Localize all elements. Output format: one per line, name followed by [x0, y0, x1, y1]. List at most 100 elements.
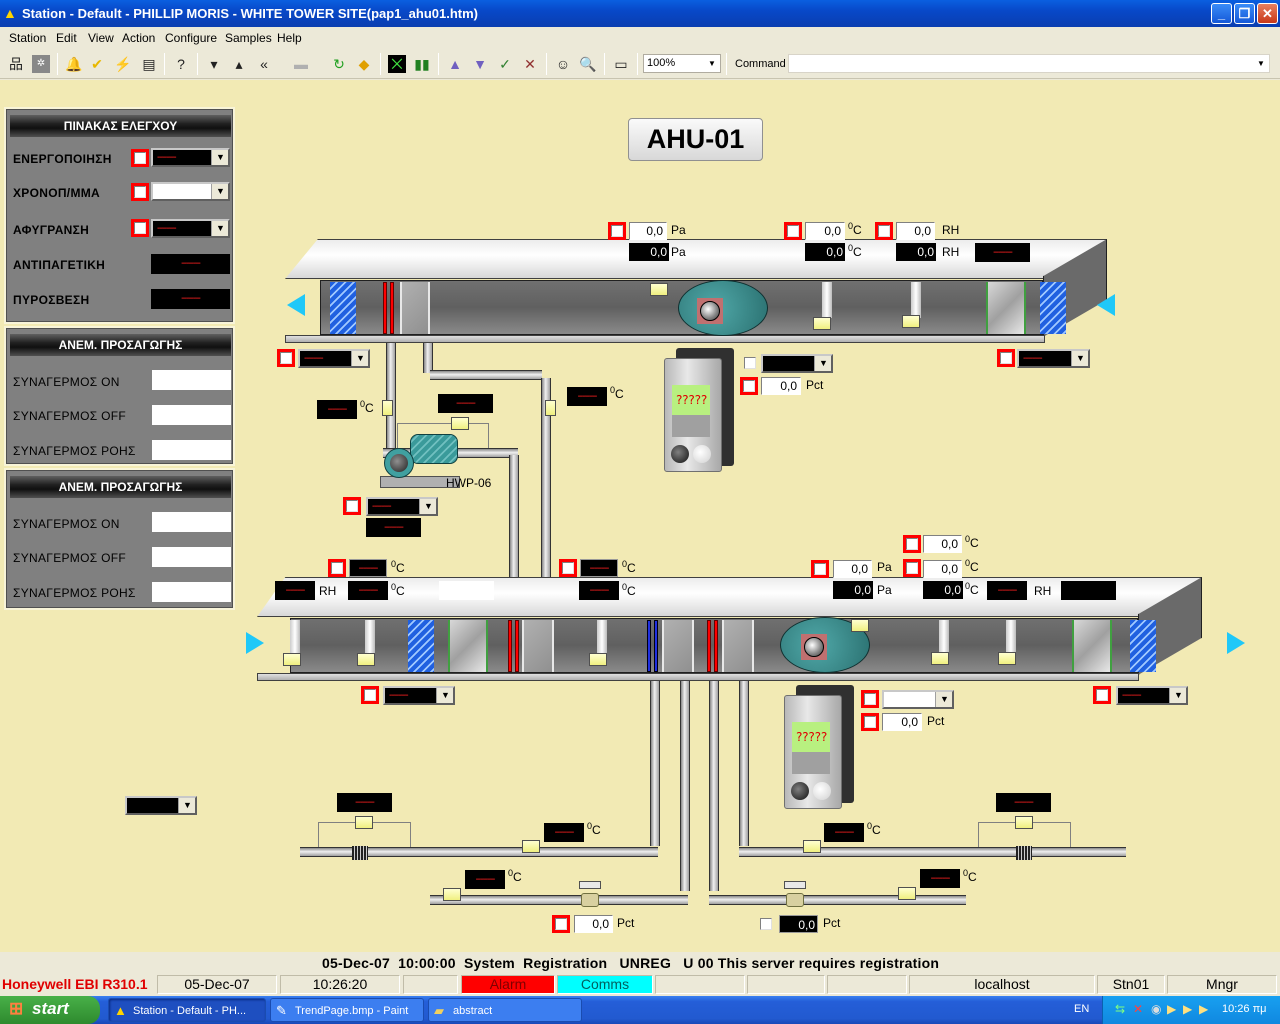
- valve-override-checkbox[interactable]: [757, 915, 775, 933]
- rh-setpoint[interactable]: 0,0: [896, 222, 935, 240]
- comms-indicator[interactable]: Comms: [557, 975, 653, 994]
- pressure-setpoint[interactable]: 0,0: [833, 560, 872, 578]
- temp-override-checkbox[interactable]: [784, 222, 802, 240]
- vfd-speed-override-checkbox[interactable]: [861, 713, 879, 731]
- zoom-select[interactable]: 100% ▼: [643, 54, 721, 73]
- damper-select[interactable]: -------- ▼: [383, 686, 455, 705]
- temp-setpoint[interactable]: 0,0: [923, 535, 962, 553]
- network-icon[interactable]: ⇆: [1115, 1002, 1125, 1016]
- restore-button[interactable]: ❐: [1234, 3, 1255, 24]
- vfd-speed-value[interactable]: 0,0: [882, 713, 922, 731]
- menu-configure[interactable]: Configure: [165, 31, 217, 45]
- temp-override-checkbox[interactable]: [559, 559, 577, 577]
- pressure-setpoint[interactable]: 0,0: [629, 222, 667, 240]
- damper-override-checkbox[interactable]: [361, 686, 379, 704]
- menu-view[interactable]: View: [88, 31, 114, 45]
- chevron-down-icon[interactable]: ▼: [211, 221, 228, 236]
- chevron-down-icon[interactable]: ▼: [351, 351, 368, 366]
- trend-icon[interactable]: ⨉: [388, 55, 406, 73]
- taskbar-item-folder[interactable]: ▰ abstract: [428, 998, 582, 1022]
- page-up-icon[interactable]: ▴: [230, 55, 248, 73]
- acknowledge-bell-icon[interactable]: ✔: [88, 55, 106, 73]
- temp-setpoint[interactable]: 0,0: [923, 560, 962, 578]
- refresh-page-icon[interactable]: ↻: [330, 55, 348, 73]
- pump-select[interactable]: -------- ▼: [366, 497, 438, 516]
- enable-checkbox[interactable]: [131, 149, 149, 167]
- chevron-down-icon[interactable]: ▼: [211, 150, 228, 165]
- alarm-bell-icon[interactable]: 🔔: [65, 55, 83, 73]
- chevron-down-icon[interactable]: ▼: [935, 692, 952, 707]
- damper-select[interactable]: -------- ▼: [1017, 349, 1090, 368]
- vfd-enable-checkbox[interactable]: [861, 690, 879, 708]
- pressure-override-checkbox[interactable]: [811, 560, 829, 578]
- back-icon[interactable]: «: [255, 55, 273, 73]
- system-icon[interactable]: ✲: [32, 55, 50, 73]
- close-button[interactable]: ✕: [1257, 3, 1278, 24]
- temp-override-checkbox[interactable]: [903, 559, 921, 577]
- chevron-down-icon[interactable]: ▼: [211, 184, 228, 199]
- temp-setpoint[interactable]: --------: [580, 559, 618, 577]
- pump-override-checkbox[interactable]: [343, 497, 361, 515]
- minimize-button[interactable]: _: [1211, 3, 1232, 24]
- temp-setpoint[interactable]: --------: [349, 559, 387, 577]
- taskbar-item-paint[interactable]: ✎ TrendPage.bmp - Paint: [270, 998, 424, 1022]
- chevron-down-icon[interactable]: ▼: [1254, 56, 1268, 71]
- cancel-icon[interactable]: ✕: [521, 55, 539, 73]
- service-icon[interactable]: ▶: [1167, 1002, 1176, 1016]
- damper-select[interactable]: -------- ▼: [1116, 686, 1188, 705]
- find-icon[interactable]: 🔍: [579, 55, 597, 73]
- group-icon[interactable]: ▮▮: [413, 55, 431, 73]
- temp-override-checkbox[interactable]: [328, 559, 346, 577]
- temp-override-checkbox[interactable]: [903, 535, 921, 553]
- schedule-select[interactable]: ▼: [151, 182, 230, 201]
- valve-override-checkbox[interactable]: [552, 915, 570, 933]
- taskbar-item-station[interactable]: ▲ Station - Default - PH...: [108, 998, 266, 1022]
- speaker-icon[interactable]: ◉: [1151, 1002, 1161, 1016]
- rh-override-checkbox[interactable]: [875, 222, 893, 240]
- command-input[interactable]: ▼: [788, 54, 1270, 73]
- chevron-down-icon[interactable]: ▼: [419, 499, 436, 514]
- menu-action[interactable]: Action: [122, 31, 155, 45]
- hierarchy-icon[interactable]: 品: [7, 55, 25, 73]
- camera-icon[interactable]: ▭: [612, 55, 630, 73]
- temp-setpoint[interactable]: 0,0: [805, 222, 845, 240]
- dehumidify-select[interactable]: -------- ▼: [151, 219, 230, 238]
- damper-override-checkbox[interactable]: [277, 349, 295, 367]
- service-icon[interactable]: ▶: [1183, 1002, 1192, 1016]
- event-icon[interactable]: ⚡: [114, 55, 132, 73]
- misc-select[interactable]: ▼: [125, 796, 197, 815]
- print-icon[interactable]: ◆: [355, 55, 373, 73]
- enable-select[interactable]: -------- ▼: [151, 148, 230, 167]
- start-button[interactable]: ⊞ start: [0, 996, 100, 1024]
- service-icon[interactable]: ▶: [1199, 1002, 1208, 1016]
- alarm-indicator[interactable]: Alarm: [461, 975, 555, 994]
- page-down-icon[interactable]: ▾: [205, 55, 223, 73]
- vfd-enable-checkbox[interactable]: [741, 354, 759, 372]
- chevron-down-icon[interactable]: ▼: [1169, 688, 1186, 703]
- schedule-checkbox[interactable]: [131, 183, 149, 201]
- damper-select[interactable]: -------- ▼: [298, 349, 370, 368]
- vfd-speed-override-checkbox[interactable]: [740, 377, 758, 395]
- menu-station[interactable]: Station: [9, 31, 46, 45]
- menu-edit[interactable]: Edit: [56, 31, 77, 45]
- vfd-mode-select[interactable]: ▼: [882, 690, 954, 709]
- vfd-mode-select[interactable]: ▼: [761, 354, 833, 373]
- vfd-speed-value[interactable]: 0,0: [761, 377, 801, 395]
- accept-icon[interactable]: ✓: [496, 55, 514, 73]
- damper-override-checkbox[interactable]: [997, 349, 1015, 367]
- connect-icon[interactable]: ☺: [554, 55, 572, 73]
- language-indicator[interactable]: EN: [1074, 1003, 1089, 1015]
- pressure-override-checkbox[interactable]: [608, 222, 626, 240]
- disconnected-icon[interactable]: ✕: [1133, 1002, 1143, 1016]
- chevron-down-icon[interactable]: ▼: [1071, 351, 1088, 366]
- menu-samples[interactable]: Samples: [225, 31, 272, 45]
- raise-icon[interactable]: ▲: [446, 55, 464, 73]
- chevron-down-icon[interactable]: ▼: [178, 798, 195, 813]
- chevron-down-icon[interactable]: ▼: [705, 56, 719, 71]
- lower-icon[interactable]: ▼: [471, 55, 489, 73]
- valve-position-value[interactable]: 0,0: [574, 915, 613, 933]
- chevron-down-icon[interactable]: ▼: [814, 356, 831, 371]
- chevron-down-icon[interactable]: ▼: [436, 688, 453, 703]
- damper-override-checkbox[interactable]: [1093, 686, 1111, 704]
- help-icon[interactable]: ?: [172, 55, 190, 73]
